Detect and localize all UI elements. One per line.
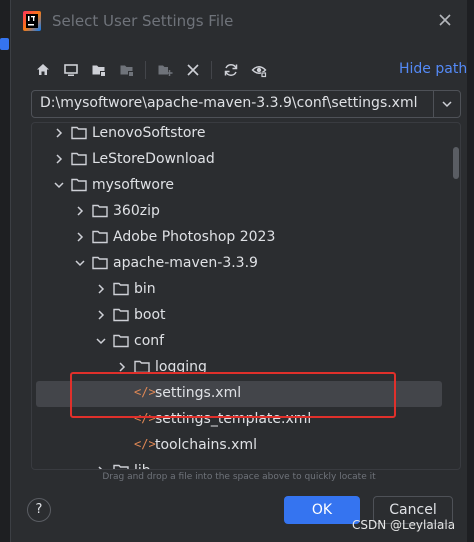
folder-icon <box>92 230 108 244</box>
chevron-right-icon[interactable] <box>73 204 87 218</box>
tree-item-label: bin <box>134 281 156 297</box>
chevron-right-icon[interactable] <box>94 308 108 322</box>
tree-folder-row[interactable]: LenovoSoftstore <box>32 123 460 147</box>
folder-icon <box>71 178 87 192</box>
folder-icon <box>71 126 87 140</box>
folder-icon <box>113 308 129 322</box>
toolbar-separator <box>145 61 146 79</box>
csdn-watermark: CSDN @Leylalala <box>352 518 456 532</box>
delete-icon[interactable] <box>181 58 205 82</box>
chevron-right-icon[interactable] <box>73 230 87 244</box>
toolbar-separator <box>211 61 212 79</box>
tree-item-label: boot <box>134 307 166 323</box>
chevron-down-icon[interactable] <box>52 178 66 192</box>
tree-item-label: LeStoreDownload <box>92 151 215 167</box>
ok-button[interactable]: OK <box>284 496 360 524</box>
drag-drop-hint: Drag and drop a file into the space abov… <box>102 472 376 482</box>
tree-item-label: lib <box>134 463 151 469</box>
tree-item-label: LenovoSoftstore <box>92 125 206 141</box>
refresh-icon[interactable] <box>219 58 243 82</box>
folder-icon <box>113 334 129 348</box>
dialog-titlebar: Select User Settings File <box>11 0 467 44</box>
tree-folder-row[interactable]: lib <box>32 459 460 470</box>
show-hidden-icon[interactable] <box>247 58 271 82</box>
tree-item-label: Adobe Photoshop 2023 <box>113 229 276 245</box>
chevron-right-icon[interactable] <box>52 126 66 140</box>
folder-icon <box>92 256 108 270</box>
tree-folder-row[interactable]: mysoftwore <box>32 173 460 199</box>
hide-path-link[interactable]: Hide path <box>399 61 467 77</box>
desktop-icon[interactable] <box>59 58 83 82</box>
dialog-title: Select User Settings File <box>52 12 234 30</box>
help-button[interactable]: ? <box>27 498 51 522</box>
select-settings-dialog: Select User Settings File Hide path D:\m… <box>10 0 467 542</box>
module-folder-icon[interactable] <box>115 58 139 82</box>
folder-icon <box>113 464 129 469</box>
background-checkbox <box>0 38 9 50</box>
file-chooser-toolbar: Hide path <box>31 58 467 84</box>
tree-item-label: conf <box>134 333 165 349</box>
tree-folder-row[interactable]: apache-maven-3.3.9 <box>32 251 460 277</box>
path-input[interactable]: D:\mysoftwore\apache-maven-3.3.9\conf\se… <box>40 95 418 111</box>
tree-item-label: toolchains.xml <box>155 437 257 453</box>
project-folder-icon[interactable] <box>87 58 111 82</box>
chevron-right-icon[interactable] <box>94 464 108 470</box>
tree-folder-row[interactable]: LeStoreDownload <box>32 147 460 173</box>
xml-file-icon: </> <box>134 437 156 451</box>
folder-icon <box>71 152 87 166</box>
close-icon[interactable] <box>435 12 455 32</box>
tree-scrollbar[interactable] <box>453 147 459 179</box>
tree-folder-row[interactable]: bin <box>32 277 460 303</box>
chevron-down-icon[interactable] <box>94 334 108 348</box>
chevron-down-icon[interactable] <box>433 91 460 117</box>
tree-file-row[interactable]: </> toolchains.xml <box>32 433 460 459</box>
path-combobox[interactable]: D:\mysoftwore\apache-maven-3.3.9\conf\se… <box>31 90 461 118</box>
tree-folder-row[interactable]: boot <box>32 303 460 329</box>
home-icon[interactable] <box>31 58 55 82</box>
background-ide-panel-right <box>466 0 474 542</box>
intellij-icon <box>23 11 41 31</box>
tree-folder-row[interactable]: Adobe Photoshop 2023 <box>32 225 460 251</box>
chevron-right-icon[interactable] <box>94 282 108 296</box>
tree-item-label: 360zip <box>113 203 160 219</box>
chevron-right-icon[interactable] <box>52 152 66 166</box>
tree-item-label: apache-maven-3.3.9 <box>113 255 258 271</box>
folder-icon <box>92 204 108 218</box>
new-folder-icon[interactable] <box>153 58 177 82</box>
chevron-down-icon[interactable] <box>73 256 87 270</box>
tree-folder-row[interactable]: conf <box>32 329 460 355</box>
tree-folder-row[interactable]: 360zip <box>32 199 460 225</box>
tree-item-label: mysoftwore <box>92 177 175 193</box>
folder-icon <box>113 282 129 296</box>
highlight-annotation-box <box>70 372 396 418</box>
